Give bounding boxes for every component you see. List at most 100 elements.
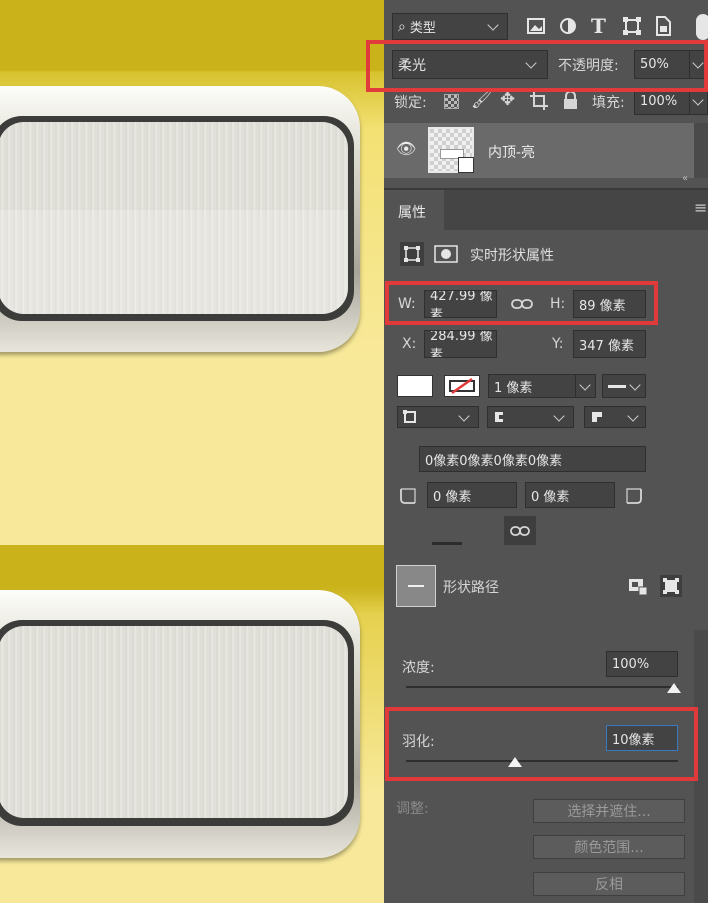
link-corners-button[interactable] — [504, 516, 536, 546]
fill-dropdown[interactable] — [690, 88, 708, 115]
visibility-eye-icon[interactable]: 👁 — [396, 139, 416, 158]
properties-tab[interactable]: 属性 — [384, 190, 444, 230]
density-slider-thumb[interactable] — [667, 683, 681, 693]
chevron-down-icon — [579, 379, 591, 391]
artboard-lock-icon[interactable] — [530, 92, 548, 110]
select-and-mask-button[interactable]: 选择并遮住... — [533, 799, 685, 823]
shape-filter-icon[interactable] — [623, 17, 641, 35]
image-filter-icon[interactable] — [527, 18, 545, 34]
y-input[interactable]: 347 像素 — [573, 330, 646, 358]
x-input[interactable]: 284.99 像素 — [424, 330, 497, 358]
link-icon — [510, 526, 530, 536]
filter-toggle-icon[interactable] — [696, 14, 708, 40]
layers-scrollbar[interactable] — [694, 123, 708, 178]
add-pixel-mask-icon[interactable] — [628, 576, 648, 596]
canvas-bottom[interactable] — [0, 545, 384, 903]
lock-label: 锁定: — [394, 95, 427, 111]
live-shape-label: 实时形状属性 — [470, 248, 554, 264]
chevron-down-icon — [627, 410, 639, 422]
fill-value: 100% — [640, 94, 678, 109]
stroke-join-icon — [592, 412, 602, 422]
collapse-panel-icon[interactable]: « — [682, 173, 688, 184]
chevron-down-icon — [458, 410, 470, 422]
lock-pixels-icon[interactable]: 🖌 — [471, 90, 493, 110]
stroke-line-icon — [608, 384, 626, 388]
corner-radius-all-input[interactable]: 0像素0像素0像素0像素 — [419, 446, 646, 472]
shape-path-label: 形状路径 — [443, 580, 499, 596]
x-value: 284.99 像素 — [430, 330, 493, 358]
smart-object-filter-icon[interactable] — [655, 16, 671, 36]
properties-panel: 属性 ≡ 实时形状属性 W: 427.99 像素 H: 89 像素 X: 284… — [384, 188, 708, 546]
corner-bottom-right-input[interactable]: 0 像素 — [525, 482, 615, 508]
select-and-mask-label: 选择并遮住... — [567, 804, 651, 820]
layers-panel: ⌕ 类型 T 柔光 不透明度: 50% 锁定: 🖌 ✥ 填充: 100% 👁 内… — [384, 0, 708, 188]
corner-bottom-right-icon — [626, 488, 642, 504]
add-vector-mask-icon[interactable] — [660, 575, 682, 597]
feather-highlight — [385, 707, 698, 781]
color-range-label: 颜色范围... — [574, 840, 644, 856]
layer-thumbnail[interactable] — [428, 127, 474, 173]
layer-filter-select[interactable]: ⌕ 类型 — [392, 13, 508, 40]
stroke-color-swatch[interactable] — [444, 375, 480, 397]
y-label: Y: — [552, 336, 564, 352]
layer-row[interactable]: 👁 内顶-亮 — [384, 123, 694, 178]
fill-label: 填充: — [592, 95, 625, 111]
chevron-down-icon — [692, 94, 704, 106]
panel-menu-icon[interactable]: ≡ — [694, 198, 707, 217]
layer-name: 内顶-亮 — [488, 145, 536, 161]
stroke-cap-select[interactable] — [487, 406, 574, 428]
metal-frame — [0, 86, 360, 352]
stroke-type-select[interactable] — [602, 374, 646, 398]
corner-bottom-left-input[interactable]: 0 像素 — [427, 482, 517, 508]
mask-icon[interactable] — [434, 242, 458, 266]
stroke-align-icon — [403, 410, 416, 423]
stroke-align-select[interactable] — [397, 406, 479, 428]
mask-shape-preview — [408, 585, 424, 587]
corner-bottom-left-icon — [400, 488, 416, 504]
density-value: 100% — [612, 656, 650, 672]
invert-button[interactable]: 反相 — [533, 872, 685, 896]
refine-label: 调整: — [396, 801, 429, 817]
invert-label: 反相 — [595, 877, 623, 893]
corner-radius-all-value: 0像素0像素0像素0像素 — [425, 453, 563, 469]
chevron-down-icon — [487, 19, 499, 31]
y-value: 347 像素 — [579, 338, 634, 354]
lock-transparent-icon[interactable] — [444, 94, 459, 109]
shape-path-section: 形状路径 — [384, 545, 708, 630]
frame-inner-edge — [0, 116, 354, 321]
metal-frame-2 — [0, 590, 360, 858]
dimensions-highlight — [385, 281, 658, 325]
stroke-width-value: 1 像素 — [494, 380, 533, 396]
shape-layer-badge-icon — [458, 157, 474, 173]
stroke-join-select[interactable] — [584, 406, 646, 428]
search-icon: ⌕ — [398, 18, 406, 35]
canvas-top[interactable] — [0, 0, 384, 545]
properties-tab-label: 属性 — [398, 205, 426, 221]
vector-mask-thumbnail[interactable] — [396, 565, 436, 607]
fill-input[interactable]: 100% — [634, 88, 690, 115]
soft-light-highlight — [0, 210, 348, 314]
stroke-width-input[interactable]: 1 像素 — [488, 374, 576, 398]
brushed-metal-panel — [0, 122, 348, 314]
fill-color-swatch[interactable] — [397, 375, 433, 397]
corner-bottom-right-value: 0 像素 — [531, 489, 570, 505]
color-range-button[interactable]: 颜色范围... — [533, 835, 685, 859]
chevron-down-icon — [553, 410, 565, 422]
x-label: X: — [402, 336, 417, 352]
lock-position-icon[interactable]: ✥ — [500, 89, 515, 110]
live-shape-icon[interactable] — [400, 242, 424, 266]
type-filter-icon[interactable]: T — [591, 14, 606, 38]
frame-inner-edge-2 — [0, 620, 354, 826]
stroke-cap-icon — [495, 412, 505, 422]
density-slider-track[interactable] — [406, 686, 678, 688]
blend-opacity-highlight — [366, 40, 708, 92]
brushed-metal-panel-2 — [0, 626, 348, 818]
chevron-down-icon — [629, 379, 641, 391]
stroke-width-dropdown[interactable] — [576, 374, 596, 398]
corner-bottom-left-value: 0 像素 — [433, 489, 472, 505]
adjustment-filter-icon[interactable] — [559, 17, 577, 35]
density-label: 浓度: — [402, 660, 435, 676]
layer-filter-label: 类型 — [409, 21, 436, 36]
lock-all-icon[interactable] — [563, 91, 578, 109]
density-input[interactable]: 100% — [606, 651, 678, 677]
